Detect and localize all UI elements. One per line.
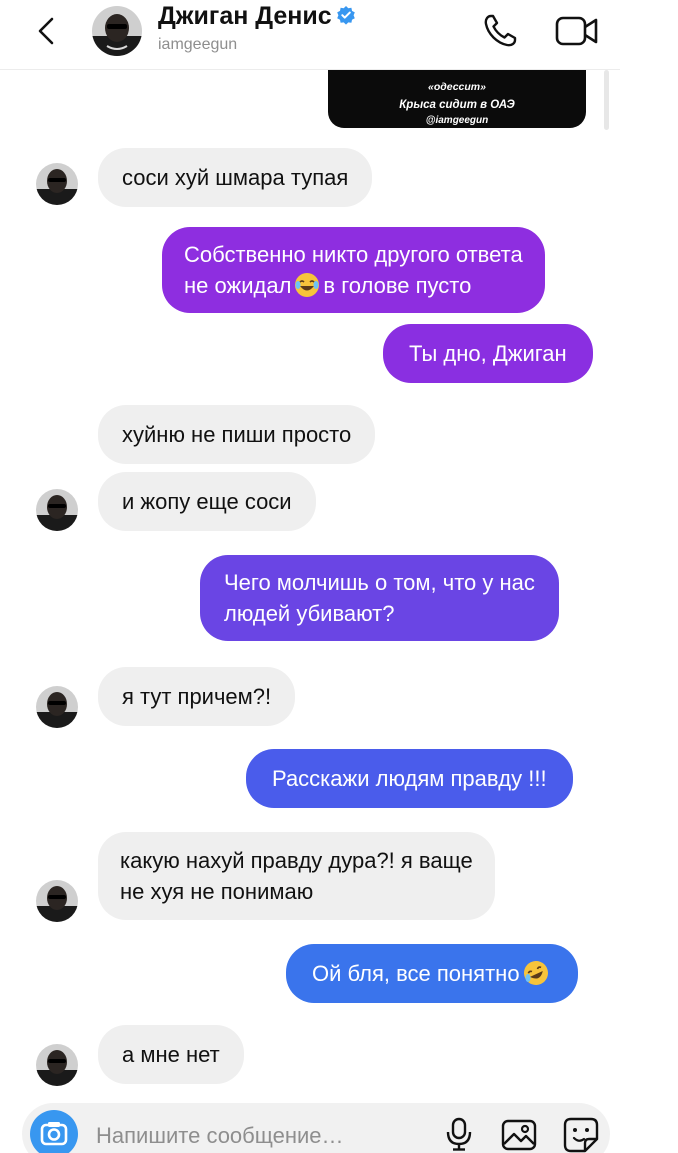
message-text: людей убивают?	[224, 601, 395, 626]
story-text-line: Крыса сидит в ОАЭ	[399, 99, 515, 111]
message-text: я тут причем?!	[122, 684, 272, 709]
chat-header: Джиган Денис iamgeegun	[0, 0, 620, 70]
story-reply-preview[interactable]: «одессит» Крыса сидит в ОАЭ @iamgeegun	[328, 70, 586, 128]
sender-avatar[interactable]	[36, 489, 78, 531]
incoming-message[interactable]: какую нахуй правду дура?! я ваще не хуя …	[98, 832, 495, 920]
story-text-line: @iamgeegun	[425, 115, 489, 126]
video-call-icon[interactable]	[554, 12, 600, 50]
contact-name[interactable]: Джиган Денис	[158, 2, 356, 31]
message-text-line: не ожидал в голове пусто	[184, 273, 472, 298]
message-text: какую нахуй правду дура?! я ваще	[120, 848, 473, 873]
outgoing-message[interactable]: Ты дно, Джиган	[383, 324, 593, 383]
message-text: Ты дно, Джиган	[409, 341, 567, 366]
message-text: Собственно никто другого ответа	[184, 242, 523, 267]
message-text: хуйню не пиши просто	[122, 422, 352, 447]
message-text: Расскажи людям правду !!!	[272, 766, 547, 791]
microphone-icon[interactable]	[444, 1117, 474, 1151]
message-text: и жопу еще соси	[122, 489, 292, 514]
sender-avatar[interactable]	[36, 163, 78, 205]
outgoing-message[interactable]: Расскажи людям правду !!!	[246, 749, 573, 808]
incoming-message[interactable]: я тут причем?!	[98, 667, 296, 726]
message-composer[interactable]: Напишите сообщение…	[22, 1103, 610, 1153]
incoming-message[interactable]: и жопу еще соси	[98, 472, 316, 531]
message-text: Ой бля, все понятно	[312, 961, 520, 986]
sticker-icon[interactable]	[563, 1117, 599, 1153]
rofl-emoji-icon	[523, 961, 548, 985]
camera-button[interactable]	[30, 1110, 78, 1153]
verified-badge-icon	[336, 6, 355, 25]
story-text-line: «одессит»	[428, 81, 486, 93]
outgoing-message[interactable]: Собственно никто другого ответа не ожида…	[162, 227, 545, 313]
contact-username: iamgeegun	[158, 36, 238, 53]
incoming-message[interactable]: хуйню не пиши просто	[98, 405, 376, 464]
sender-avatar[interactable]	[36, 686, 78, 728]
back-chevron-icon[interactable]	[30, 14, 64, 48]
gallery-icon[interactable]	[501, 1119, 537, 1151]
incoming-message[interactable]: соси хуй шмара тупая	[98, 148, 373, 207]
message-text: Чего молчишь о том, что у нас	[224, 570, 535, 595]
message-input[interactable]: Напишите сообщение…	[96, 1123, 344, 1149]
outgoing-message[interactable]: Ой бля, все понятно	[286, 944, 578, 1003]
sender-avatar[interactable]	[36, 880, 78, 922]
camera-icon	[40, 1122, 68, 1146]
outgoing-message[interactable]: Чего молчишь о том, что у нас людей убив…	[200, 555, 559, 641]
scrollbar[interactable]	[604, 70, 609, 130]
laughing-tears-emoji-icon	[295, 273, 320, 297]
message-text: не хуя не понимаю	[120, 879, 314, 904]
contact-avatar[interactable]	[92, 6, 142, 56]
message-text: а мне нет	[122, 1042, 220, 1067]
sender-avatar[interactable]	[36, 1044, 78, 1086]
message-text: соси хуй шмара тупая	[122, 165, 349, 190]
incoming-message[interactable]: а мне нет	[98, 1025, 244, 1084]
phone-call-icon[interactable]	[481, 12, 519, 50]
